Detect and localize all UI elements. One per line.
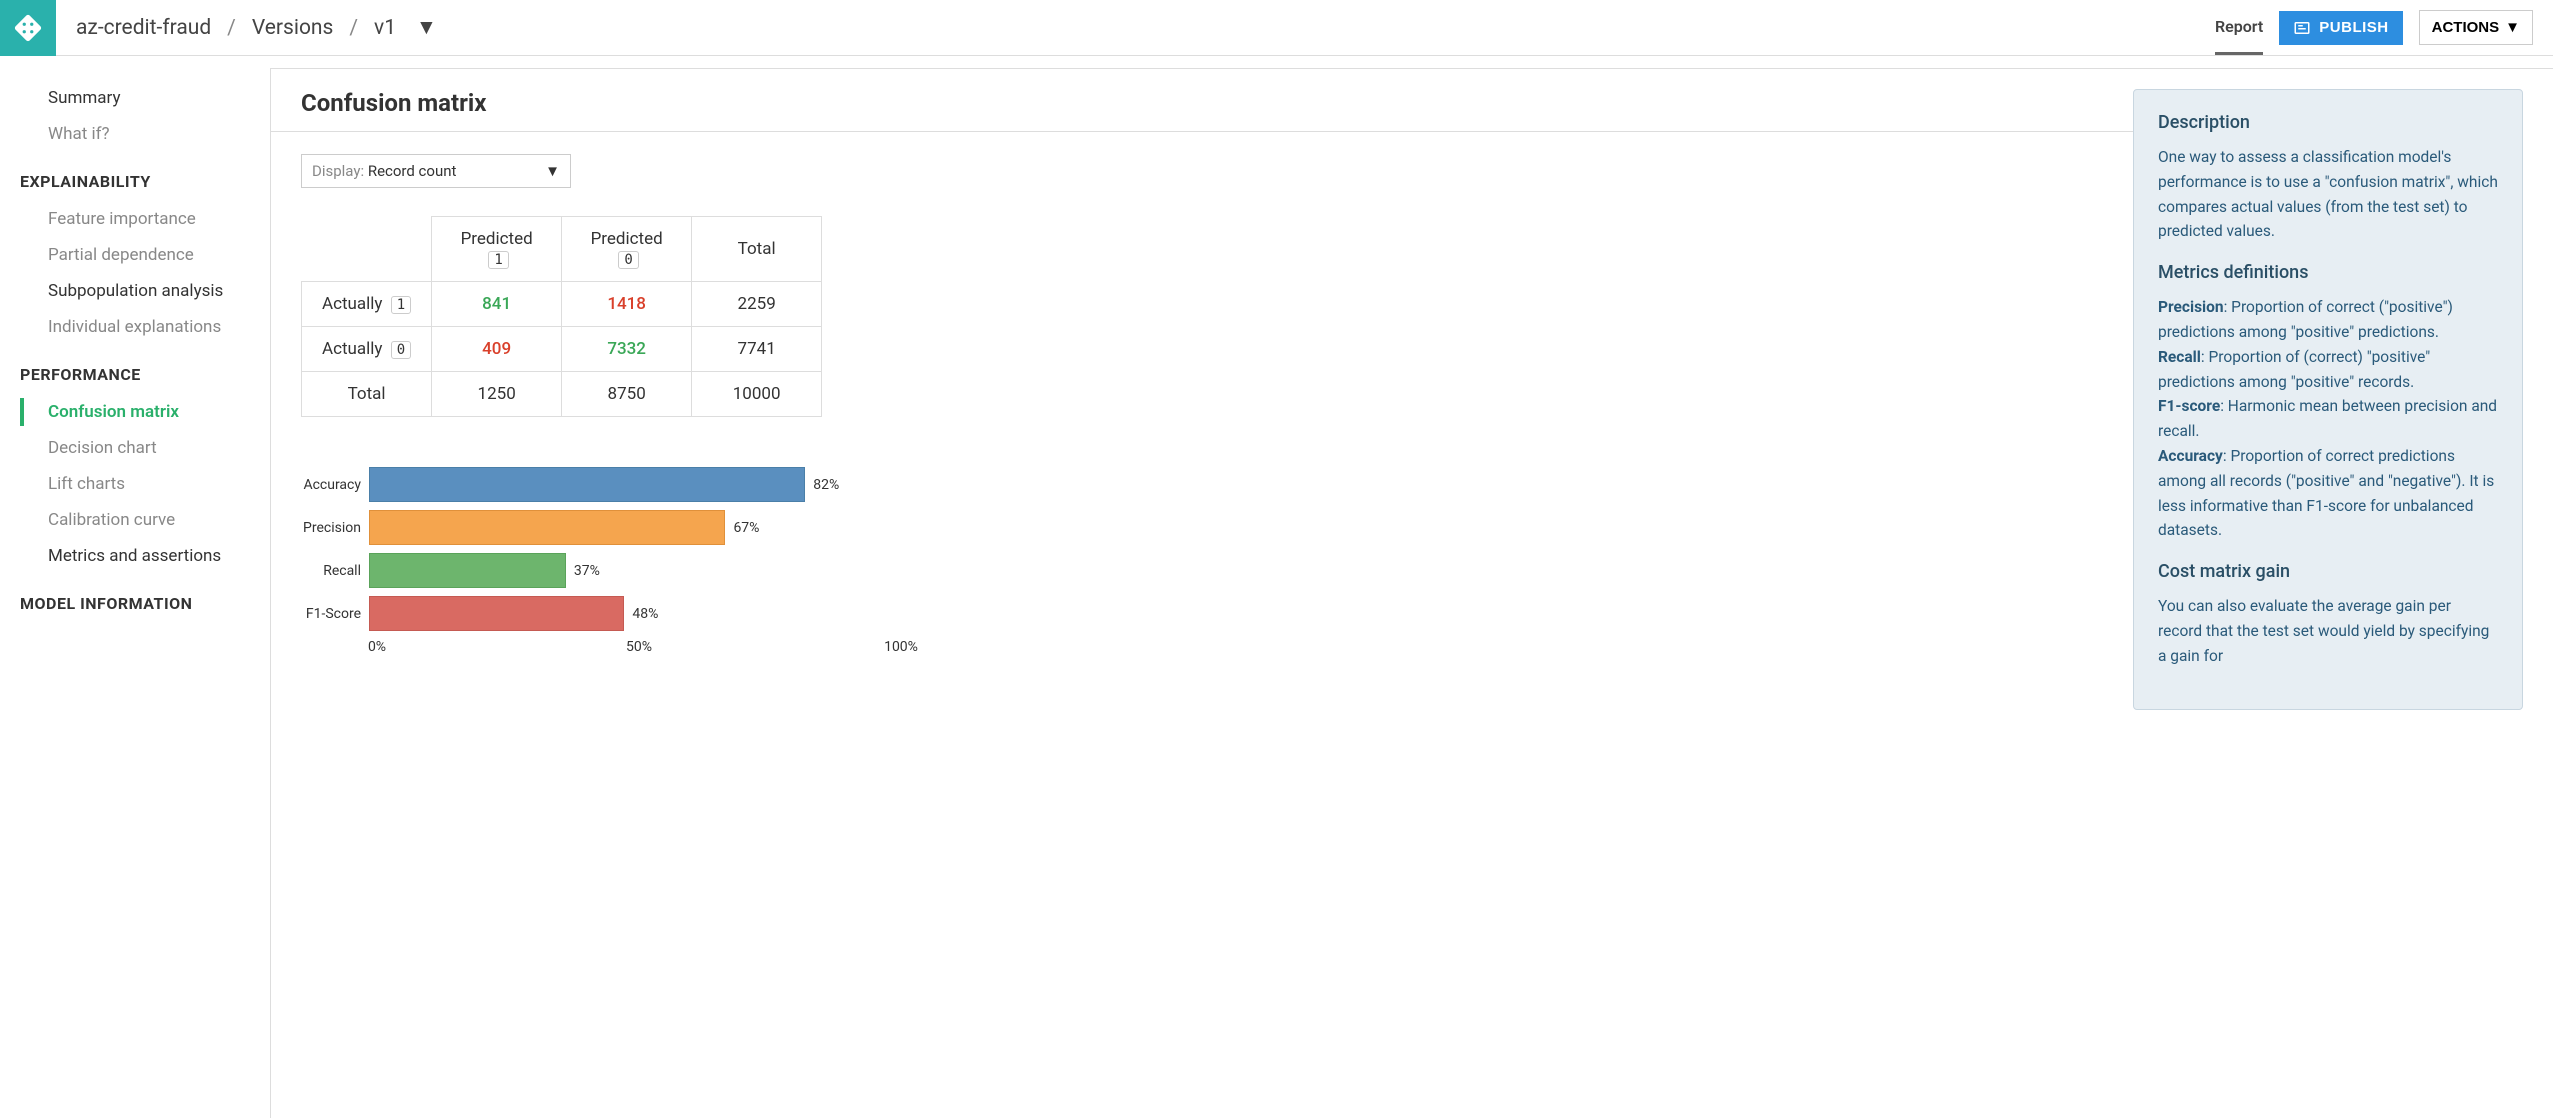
bar-row-f1-score: F1-Score 48% bbox=[301, 596, 901, 631]
metrics-bar-chart: Accuracy 82% Precision 67% Recall 37% F1-Score… bbox=[301, 467, 901, 657]
header-actions: Report PUBLISH ACTIONS ▼ bbox=[2215, 1, 2533, 55]
cell-tp: 841 bbox=[432, 282, 562, 327]
table-row: Actually 0 409 7332 7741 bbox=[302, 327, 822, 372]
sidebar-item-partial-dependence[interactable]: Partial dependence bbox=[0, 237, 270, 273]
bar-value: 67% bbox=[733, 520, 759, 536]
chevron-down-icon: ▼ bbox=[2505, 19, 2520, 36]
cell-tn: 7332 bbox=[562, 327, 692, 372]
bar-fill bbox=[369, 553, 566, 588]
main-content: Confusion matrix Display: Record count ▼… bbox=[270, 68, 2553, 1118]
col-predicted-0: Predicted0 bbox=[562, 217, 692, 282]
actions-button[interactable]: ACTIONS ▼ bbox=[2419, 10, 2533, 45]
sidebar-heading: EXPLAINABILITY bbox=[0, 152, 270, 201]
cell-actual0-total: 7741 bbox=[692, 327, 822, 372]
bar-value: 37% bbox=[574, 563, 600, 579]
sidebar-item-subpopulation-analysis[interactable]: Subpopulation analysis bbox=[0, 273, 270, 309]
version-dropdown-icon[interactable]: ▼ bbox=[416, 16, 437, 40]
publish-icon bbox=[2293, 19, 2311, 37]
row-actually-0: Actually 0 bbox=[302, 327, 432, 372]
sidebar-item-decision-chart[interactable]: Decision chart bbox=[0, 430, 270, 466]
axis-tick: 50% bbox=[626, 639, 652, 655]
axis-tick: 100% bbox=[884, 639, 918, 655]
cell-fn: 1418 bbox=[562, 282, 692, 327]
publish-button[interactable]: PUBLISH bbox=[2279, 11, 2402, 45]
axis-tick: 0% bbox=[368, 639, 386, 655]
cost-matrix-heading: Cost matrix gain bbox=[2158, 561, 2498, 582]
bar-fill bbox=[369, 467, 805, 502]
breadcrumb: az-credit-fraud / Versions / v1 ▼ bbox=[76, 16, 437, 40]
bar-label: F1-Score bbox=[301, 606, 369, 622]
metric-definition: Precision: Proportion of correct ("posit… bbox=[2158, 295, 2498, 345]
report-tab[interactable]: Report bbox=[2215, 1, 2263, 55]
sidebar-heading: MODEL INFORMATION bbox=[0, 574, 270, 623]
description-text: One way to assess a classification model… bbox=[2158, 145, 2498, 244]
bar-label: Precision bbox=[301, 520, 369, 536]
cell-grand-total: 10000 bbox=[692, 372, 822, 417]
bar-fill bbox=[369, 596, 624, 631]
table-row: Actually 1 841 1418 2259 bbox=[302, 282, 822, 327]
bar-row-precision: Precision 67% bbox=[301, 510, 901, 545]
app-logo[interactable] bbox=[0, 0, 56, 56]
cell-fp: 409 bbox=[432, 327, 562, 372]
bar-label: Recall bbox=[301, 563, 369, 579]
cell-pred0-total: 8750 bbox=[562, 372, 692, 417]
sidebar-item-calibration-curve[interactable]: Calibration curve bbox=[0, 502, 270, 538]
publish-label: PUBLISH bbox=[2319, 19, 2388, 36]
breadcrumb-version[interactable]: v1 bbox=[374, 16, 396, 40]
sidebar-item-metrics-and-assertions[interactable]: Metrics and assertions bbox=[0, 538, 270, 574]
sidebar: SummaryWhat if? EXPLAINABILITYFeature im… bbox=[0, 56, 270, 1118]
bar-row-accuracy: Accuracy 82% bbox=[301, 467, 901, 502]
bar-label: Accuracy bbox=[301, 477, 369, 493]
header: az-credit-fraud / Versions / v1 ▼ Report… bbox=[0, 0, 2553, 56]
chart-x-axis: 0% 50% 100% bbox=[377, 639, 901, 657]
description-heading: Description bbox=[2158, 112, 2498, 133]
col-total: Total bbox=[692, 217, 822, 282]
col-predicted-1: Predicted1 bbox=[432, 217, 562, 282]
metrics-def-heading: Metrics definitions bbox=[2158, 262, 2498, 283]
sidebar-item-lift-charts[interactable]: Lift charts bbox=[0, 466, 270, 502]
metric-definition: F1-score: Harmonic mean between precisio… bbox=[2158, 394, 2498, 444]
display-label: Display: bbox=[312, 162, 364, 180]
display-select[interactable]: Display: Record count ▼ bbox=[301, 154, 571, 188]
metric-definition: Accuracy: Proportion of correct predicti… bbox=[2158, 444, 2498, 543]
breadcrumb-project[interactable]: az-credit-fraud bbox=[76, 16, 211, 40]
table-row: Total 1250 8750 10000 bbox=[302, 372, 822, 417]
cost-matrix-text: You can also evaluate the average gain p… bbox=[2158, 594, 2498, 668]
sidebar-item-individual-explanations[interactable]: Individual explanations bbox=[0, 309, 270, 345]
sidebar-item-what-if-[interactable]: What if? bbox=[0, 116, 270, 152]
metric-definition: Recall: Proportion of (correct) "positiv… bbox=[2158, 345, 2498, 395]
actions-label: ACTIONS bbox=[2432, 19, 2500, 36]
logo-icon bbox=[13, 13, 43, 43]
sidebar-heading: PERFORMANCE bbox=[0, 345, 270, 394]
sidebar-item-feature-importance[interactable]: Feature importance bbox=[0, 201, 270, 237]
bar-value: 48% bbox=[632, 606, 658, 622]
cell-actual1-total: 2259 bbox=[692, 282, 822, 327]
breadcrumb-versions[interactable]: Versions bbox=[252, 16, 334, 40]
cell-pred1-total: 1250 bbox=[432, 372, 562, 417]
chevron-down-icon: ▼ bbox=[545, 162, 560, 180]
info-panel: Description One way to assess a classifi… bbox=[2133, 89, 2523, 710]
confusion-matrix-table: Predicted1 Predicted0 Total Actually 1 8… bbox=[301, 216, 822, 417]
breadcrumb-separator: / bbox=[349, 16, 358, 40]
breadcrumb-separator: / bbox=[227, 16, 236, 40]
row-total: Total bbox=[302, 372, 432, 417]
bar-value: 82% bbox=[813, 477, 839, 493]
bar-row-recall: Recall 37% bbox=[301, 553, 901, 588]
bar-fill bbox=[369, 510, 725, 545]
row-actually-1: Actually 1 bbox=[302, 282, 432, 327]
sidebar-item-summary[interactable]: Summary bbox=[0, 80, 270, 116]
page-title: Confusion matrix bbox=[301, 89, 2103, 117]
sidebar-item-confusion-matrix[interactable]: Confusion matrix bbox=[0, 394, 270, 430]
